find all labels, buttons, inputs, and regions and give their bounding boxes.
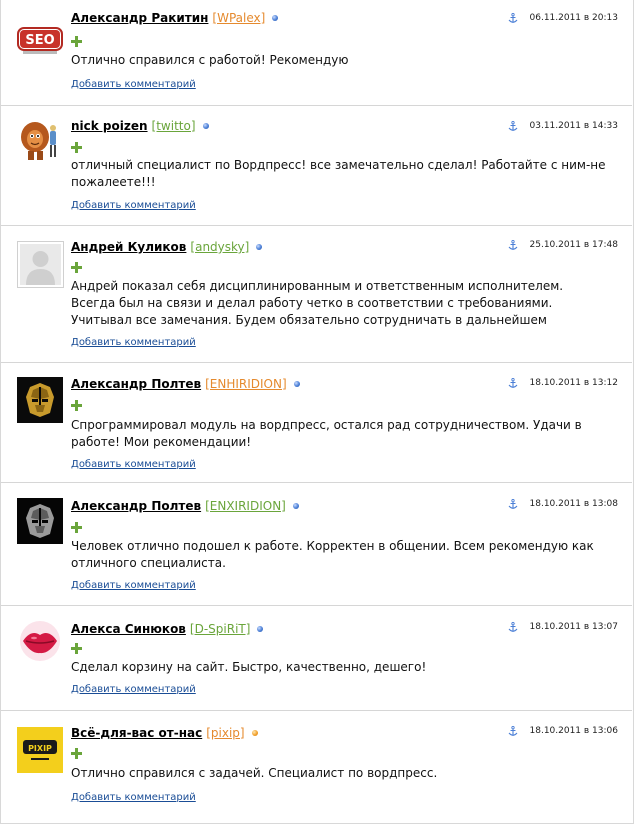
comment-date: 18.10.2011 в 13:08 — [529, 499, 619, 509]
comment-item: Александр Полтев [ENXIRIDION] 18.10.2011… — [1, 482, 632, 606]
comment-date: 18.10.2011 в 13:12 — [529, 378, 619, 388]
add-comment-link[interactable]: Добавить комментарий — [71, 580, 196, 591]
author-line: Александр Полтев [ENXIRIDION] — [71, 498, 299, 514]
comment-text: Отлично справился с задачей. Специалист … — [71, 766, 438, 780]
comment-text: Отлично справился с работой! Рекомендую — [71, 53, 349, 67]
author-name[interactable]: nick poizen — [71, 119, 148, 133]
anchor-icon[interactable] — [508, 120, 518, 132]
comment-item: PIXIP Всё-для-вас от-нас [pixip] 18.10.2… — [1, 710, 632, 822]
avatar-lips[interactable] — [17, 618, 63, 664]
author-login[interactable]: [D-SpiRiT] — [190, 622, 251, 636]
comment-text: Сделал корзину на сайт. Быстро, качестве… — [71, 660, 427, 674]
comment-item: Алекса Синюков [D-SpiRiT] 18.10.2011 в 1… — [1, 605, 632, 711]
plus-icon[interactable] — [71, 36, 82, 47]
avatar-text: PIXIP — [28, 744, 52, 753]
add-comment-link[interactable]: Добавить комментарий — [71, 337, 196, 348]
comment-meta: 18.10.2011 в 13:06 — [508, 723, 619, 739]
author-line: nick poizen [twitto] — [71, 118, 209, 134]
anchor-icon[interactable] — [508, 239, 518, 251]
avatar-text: SEO — [25, 33, 54, 48]
add-comment-link[interactable]: Добавить комментарий — [71, 79, 196, 90]
anchor-icon[interactable] — [508, 377, 518, 389]
anchor-icon[interactable] — [508, 498, 518, 510]
avatar-pixip-logo[interactable]: PIXIP — [17, 727, 63, 773]
comment-date: 18.10.2011 в 13:07 — [529, 622, 619, 632]
online-status-icon — [293, 381, 300, 387]
plus-icon[interactable] — [71, 643, 82, 654]
comment-item: nick poizen [twitto] 03.11.2011 в 14:33 … — [1, 105, 632, 226]
plus-icon[interactable] — [71, 142, 82, 153]
avatar-default-user[interactable] — [17, 241, 64, 288]
comment-meta: 18.10.2011 в 13:12 — [508, 375, 619, 391]
comment-date: 18.10.2011 в 13:06 — [529, 726, 619, 736]
author-login[interactable]: [WPalex] — [212, 11, 265, 25]
author-name[interactable]: Алекса Синюков — [71, 622, 186, 636]
author-login[interactable]: [andysky] — [190, 240, 249, 254]
author-line: Александр Полтев [ENHIRIDION] — [71, 376, 300, 392]
anchor-icon[interactable] — [508, 621, 518, 633]
comment-text: Человек отлично подошел к работе. Коррек… — [71, 539, 594, 570]
comment-text: отличный специалист по Вордпресс! все за… — [71, 158, 606, 189]
comment-date: 25.10.2011 в 17:48 — [529, 240, 619, 250]
comment-meta: 18.10.2011 в 13:08 — [508, 496, 619, 512]
online-status-icon — [292, 503, 299, 509]
add-comment-link[interactable]: Добавить комментарий — [71, 792, 196, 803]
online-status-icon — [256, 244, 263, 250]
author-line: Александр Ракитин [WPalex] — [71, 10, 279, 26]
author-login[interactable]: [pixip] — [206, 726, 244, 740]
author-name[interactable]: Андрей Куликов — [71, 240, 186, 254]
author-login[interactable]: [twitto] — [152, 119, 196, 133]
comment-date: 03.11.2011 в 14:33 — [529, 121, 619, 131]
comment-text: Андрей показал себя дисциплинированным и… — [71, 279, 564, 327]
comment-date: 06.11.2011 в 20:13 — [529, 13, 619, 23]
avatar-autobot-logo[interactable] — [17, 377, 63, 423]
comment-meta: 03.11.2011 в 14:33 — [508, 118, 619, 134]
comment-item: SEO Александр Ракитин [WPalex] 06.11.201… — [1, 0, 632, 106]
author-line: Андрей Куликов [andysky] — [71, 239, 263, 255]
author-login[interactable]: [ENHIRIDION] — [205, 377, 287, 391]
plus-icon[interactable] — [71, 748, 82, 759]
add-comment-link[interactable]: Добавить комментарий — [71, 459, 196, 470]
author-name[interactable]: Всё-для-вас от-нас — [71, 726, 202, 740]
author-name[interactable]: Александр Ракитин — [71, 11, 208, 25]
avatar-autobot-logo-dark[interactable] — [17, 498, 63, 544]
avatar-seo-logo[interactable]: SEO — [17, 23, 63, 69]
comment-meta: 06.11.2011 в 20:13 — [508, 10, 619, 26]
author-name[interactable]: Александр Полтев — [71, 377, 201, 391]
comment-item: Александр Полтев [ENHIRIDION] 18.10.2011… — [1, 362, 632, 483]
avatar-lion-character[interactable] — [17, 117, 63, 163]
online-status-icon — [257, 626, 264, 632]
add-comment-link[interactable]: Добавить комментарий — [71, 200, 196, 211]
comment-item: Андрей Куликов [andysky] 25.10.2011 в 17… — [1, 225, 632, 363]
author-login[interactable]: [ENXIRIDION] — [205, 499, 286, 513]
online-status-icon — [272, 15, 279, 21]
plus-icon[interactable] — [71, 522, 82, 533]
comment-meta: 18.10.2011 в 13:07 — [508, 619, 619, 635]
plus-icon[interactable] — [71, 400, 82, 411]
online-status-icon — [202, 123, 209, 129]
online-status-icon — [251, 730, 258, 736]
anchor-icon[interactable] — [508, 12, 518, 24]
author-line: Всё-для-вас от-нас [pixip] — [71, 725, 258, 741]
anchor-icon[interactable] — [508, 725, 518, 737]
plus-icon[interactable] — [71, 262, 82, 273]
comment-meta: 25.10.2011 в 17:48 — [508, 237, 619, 253]
add-comment-link[interactable]: Добавить комментарий — [71, 684, 196, 695]
comment-text: Спрограммировал модуль на вордпресс, ост… — [71, 418, 582, 449]
author-line: Алекса Синюков [D-SpiRiT] — [71, 621, 264, 637]
author-name[interactable]: Александр Полтев — [71, 499, 201, 513]
